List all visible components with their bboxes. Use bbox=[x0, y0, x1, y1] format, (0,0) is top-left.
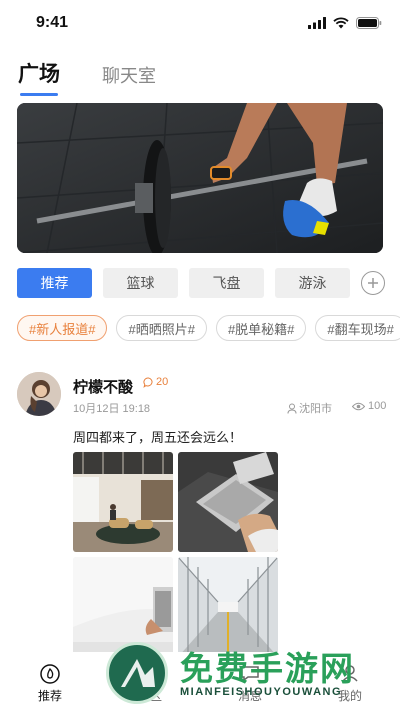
location-pin-icon bbox=[287, 403, 297, 414]
community-icon bbox=[141, 665, 159, 681]
post-date: 10月12日 19:18 bbox=[73, 403, 151, 415]
topic-tag-row: #新人报道# #晒晒照片# #脱单秘籍# #翻车现场# bbox=[17, 315, 400, 341]
topic-tag-photos[interactable]: #晒晒照片# bbox=[116, 315, 207, 341]
user-icon bbox=[342, 665, 358, 682]
nav-recommend-label: 推荐 bbox=[37, 689, 62, 703]
eye-icon bbox=[352, 402, 365, 410]
status-bar: 9:41 bbox=[0, 0, 400, 48]
nav-recommend[interactable]: 推荐 bbox=[38, 652, 62, 711]
category-swimming[interactable]: 游泳 bbox=[275, 268, 350, 298]
post-location: 沈阳市 bbox=[287, 400, 332, 416]
post-image-office-lounge[interactable] bbox=[73, 452, 173, 552]
plus-icon bbox=[368, 278, 378, 288]
post-views: 100 bbox=[352, 400, 386, 412]
flame-icon bbox=[40, 664, 60, 684]
avatar[interactable] bbox=[17, 372, 61, 416]
tab-square[interactable]: 广场 bbox=[18, 58, 60, 96]
category-row: 推荐 篮球 飞盘 游泳 bbox=[17, 268, 385, 298]
weightlifting-photo bbox=[17, 103, 383, 253]
nav-messages-label: 消息 bbox=[237, 689, 262, 703]
avatar-photo bbox=[17, 372, 61, 416]
topic-tag-dating-tips[interactable]: #脱单秘籍# bbox=[215, 315, 307, 341]
post-image-grid bbox=[73, 452, 280, 657]
post-text: 周四都来了，周五还会远么！ bbox=[73, 430, 243, 445]
office-lounge-photo bbox=[73, 452, 173, 552]
topic-tag-fails[interactable]: #翻车现场# bbox=[315, 315, 400, 341]
top-tabs: 广场 聊天室 bbox=[18, 58, 156, 96]
message-icon bbox=[241, 666, 259, 682]
banner-image[interactable] bbox=[17, 103, 383, 253]
comment-icon bbox=[143, 377, 153, 388]
status-time: 9:41 bbox=[36, 14, 69, 31]
status-icons bbox=[308, 17, 382, 29]
comment-count: 20 bbox=[156, 376, 169, 388]
comment-count-badge: 20 bbox=[143, 376, 168, 388]
nav-profile[interactable]: 我的 bbox=[338, 652, 362, 711]
category-recommend[interactable]: 推荐 bbox=[17, 268, 92, 298]
location-text: 沈阳市 bbox=[299, 403, 332, 415]
nav-messages[interactable]: 消息 bbox=[238, 652, 262, 711]
post-image-glass-corridor[interactable] bbox=[178, 557, 278, 657]
desk-laptop-photo bbox=[73, 557, 173, 657]
cellular-signal-icon bbox=[308, 17, 326, 29]
category-frisbee[interactable]: 飞盘 bbox=[189, 268, 264, 298]
wifi-icon bbox=[333, 17, 349, 29]
post-author[interactable]: 柠檬不酸 bbox=[73, 376, 133, 397]
tab-chatroom[interactable]: 聊天室 bbox=[102, 62, 156, 88]
nav-profile-label: 我的 bbox=[337, 689, 362, 703]
nav-community[interactable]: 社区 bbox=[138, 652, 162, 711]
nav-community-label: 社区 bbox=[137, 689, 162, 703]
glass-corridor-photo bbox=[178, 557, 278, 657]
post-image-laptop-typing[interactable] bbox=[178, 452, 278, 552]
topic-tag-newcomer[interactable]: #新人报道# bbox=[17, 315, 108, 341]
laptop-typing-photo bbox=[178, 452, 278, 552]
battery-icon bbox=[356, 17, 382, 29]
category-basketball[interactable]: 篮球 bbox=[103, 268, 178, 298]
post-image-desk-laptop[interactable] bbox=[73, 557, 173, 657]
views-count: 100 bbox=[368, 400, 387, 412]
bottom-nav: 推荐 社区 消息 我的 bbox=[0, 652, 400, 711]
add-category-button[interactable] bbox=[361, 271, 385, 295]
